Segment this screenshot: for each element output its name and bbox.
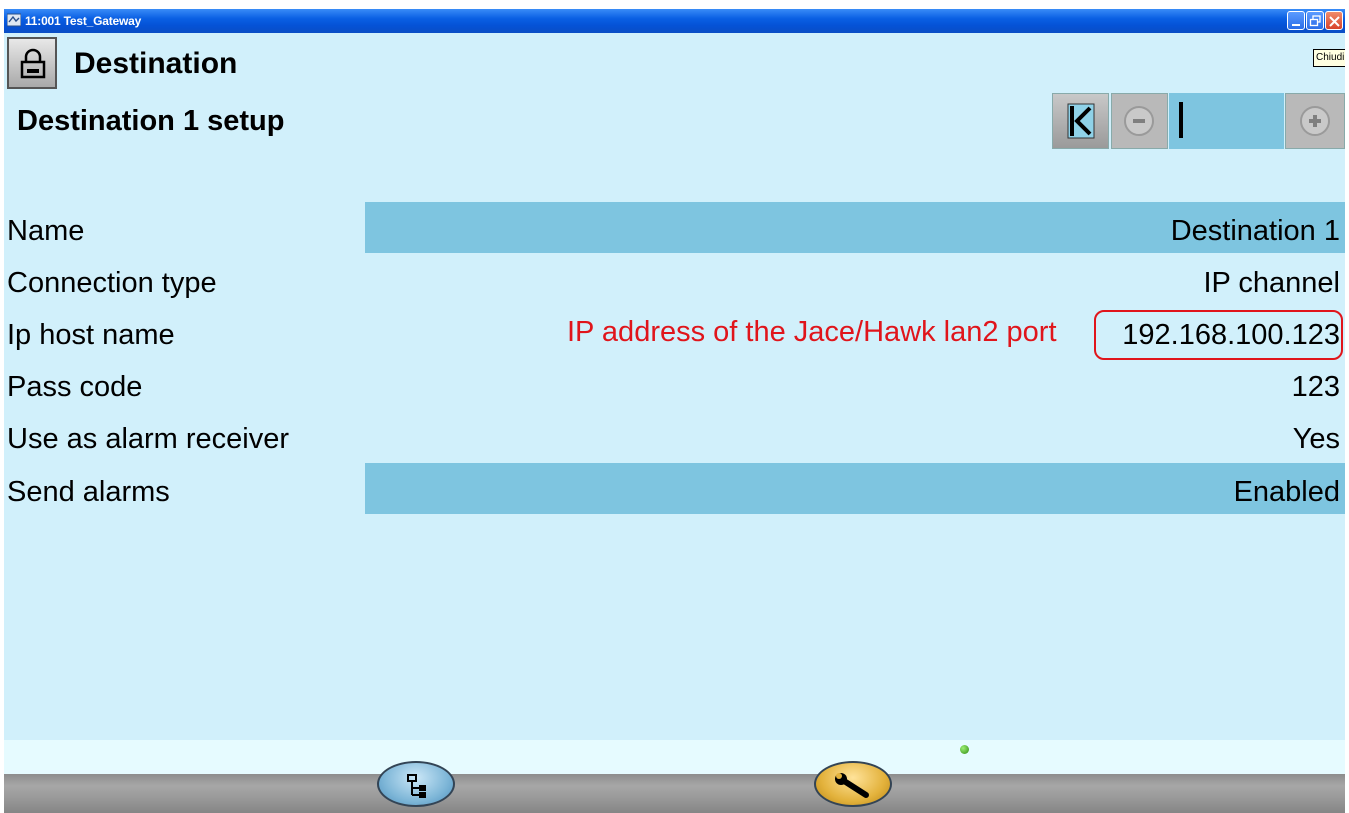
app-window: 11:001 Test_Gateway Chiudi Destination D… — [4, 9, 1345, 813]
name-value[interactable]: Destination 1 — [1171, 215, 1340, 248]
send-alarms-label: Send alarms — [7, 476, 170, 508]
tools-button[interactable] — [814, 761, 892, 807]
minus-icon — [1124, 106, 1154, 136]
text-caret — [1179, 102, 1183, 138]
status-strip — [4, 740, 1345, 774]
connection-type-value[interactable]: IP channel — [1203, 267, 1340, 300]
alarm-receiver-value[interactable]: Yes — [1293, 423, 1340, 456]
first-page-button[interactable] — [1052, 93, 1109, 149]
ip-host-name-value[interactable]: 192.168.100.123 — [1122, 319, 1340, 352]
page-title: Destination — [74, 47, 238, 80]
tree-view-button[interactable] — [377, 761, 455, 807]
pass-code-label: Pass code — [7, 371, 143, 403]
ip-annotation: IP address of the Jace/Hawk lan2 port — [567, 316, 1057, 348]
wrench-icon — [835, 773, 869, 798]
name-label: Name — [7, 215, 85, 247]
send-alarms-row-highlight[interactable] — [365, 463, 1345, 514]
pass-code-value[interactable]: 123 — [1292, 371, 1340, 404]
previous-button[interactable] — [1111, 93, 1168, 149]
status-dot-icon — [960, 745, 969, 754]
title-bar: 11:001 Test_Gateway — [4, 9, 1345, 33]
next-button[interactable] — [1285, 93, 1345, 149]
page-subtitle: Destination 1 setup — [17, 105, 285, 137]
close-button[interactable] — [1325, 11, 1343, 30]
lock-button[interactable] — [7, 37, 57, 89]
lock-icon — [20, 48, 46, 79]
connection-type-label: Connection type — [7, 267, 217, 299]
app-icon — [7, 13, 21, 27]
window-title: 11:001 Test_Gateway — [25, 14, 142, 28]
alarm-receiver-label: Use as alarm receiver — [7, 423, 290, 455]
page-number-field[interactable] — [1169, 93, 1284, 149]
minimize-button[interactable] — [1287, 11, 1305, 30]
tree-view-icon — [407, 774, 426, 798]
close-tooltip: Chiudi — [1313, 49, 1345, 67]
plus-icon — [1300, 106, 1330, 136]
restore-button[interactable] — [1306, 11, 1324, 30]
bottom-toolbar — [4, 774, 1345, 813]
first-page-icon — [1067, 103, 1095, 139]
ip-host-name-label: Ip host name — [7, 319, 175, 351]
send-alarms-value[interactable]: Enabled — [1234, 476, 1340, 509]
